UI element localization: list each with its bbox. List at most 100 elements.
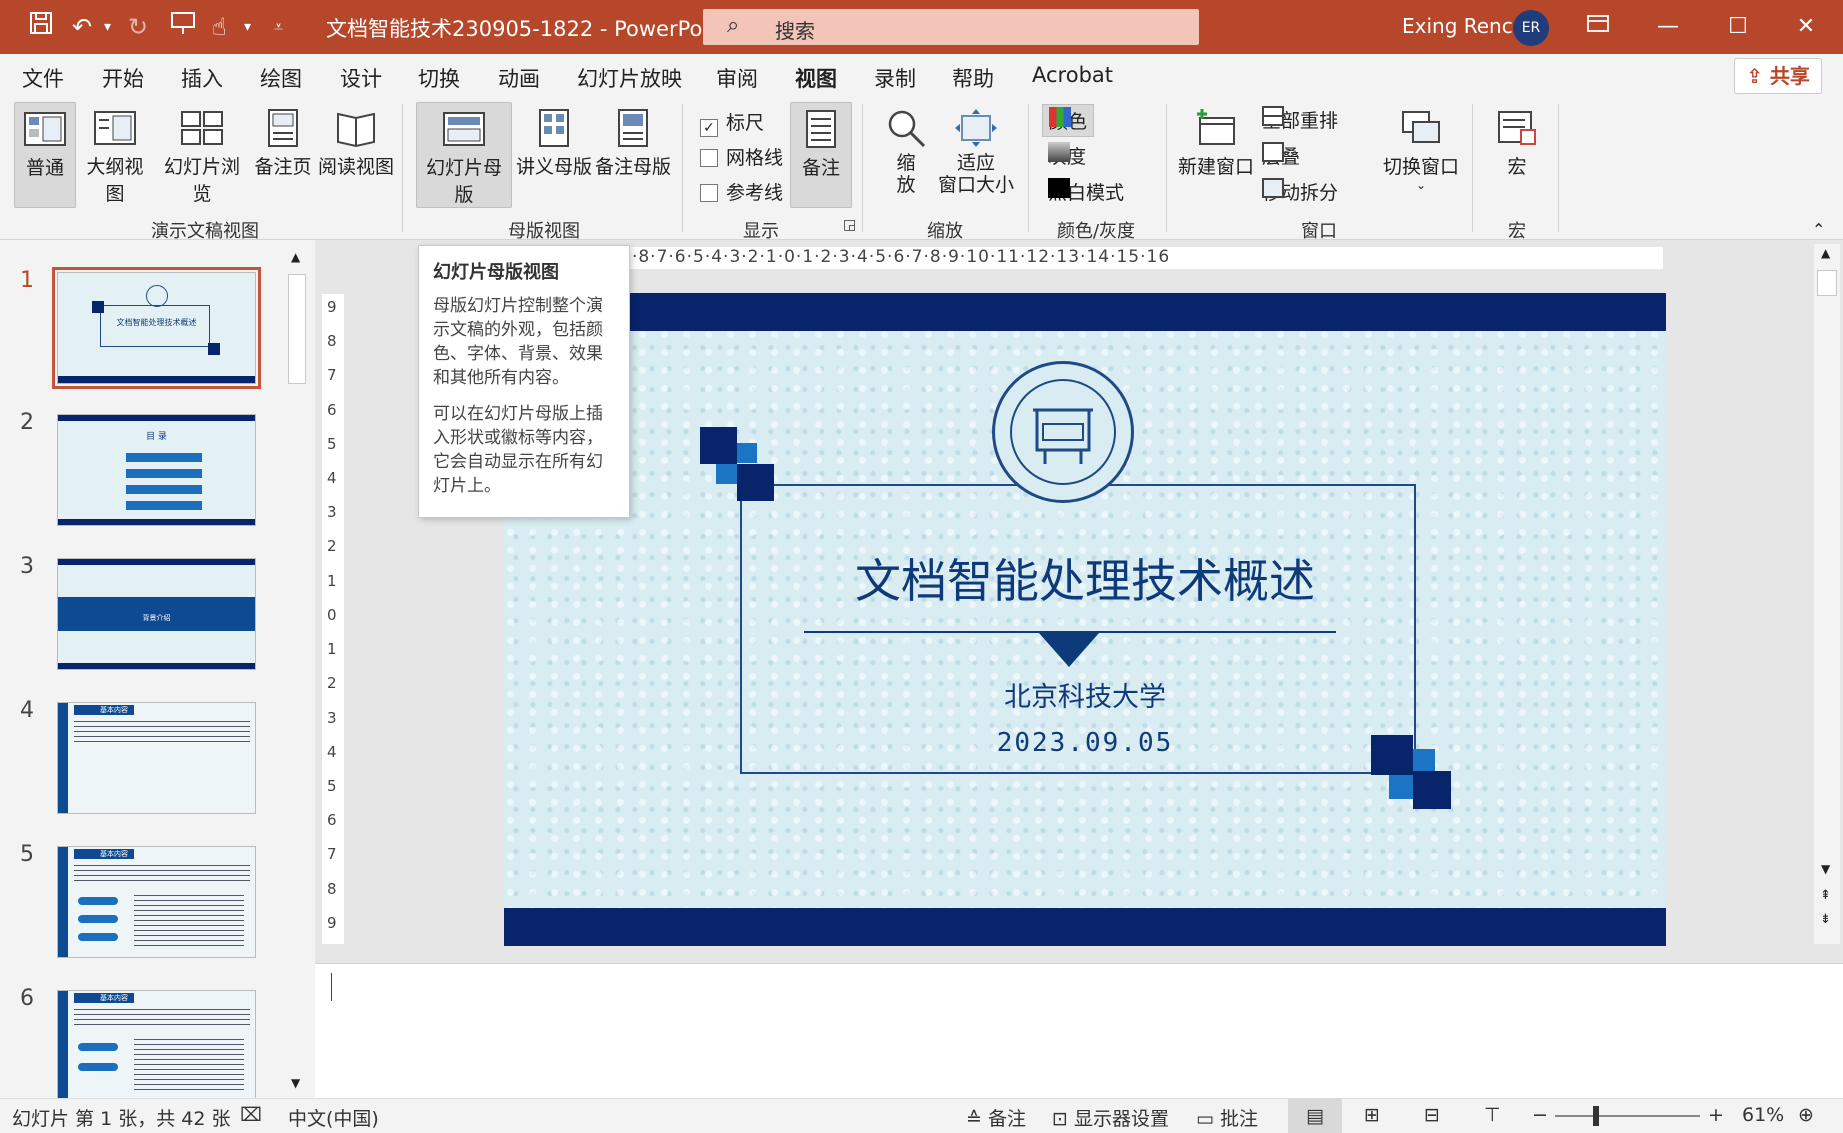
gridlines-checkbox[interactable]: 网格线 [700, 143, 783, 170]
tab-slideshow[interactable]: 幻灯片放映 [577, 63, 682, 93]
share-button[interactable]: ⇪ 共享 [1734, 58, 1822, 94]
ribbon-display-icon[interactable] [1578, 8, 1618, 46]
tab-record[interactable]: 录制 [874, 63, 916, 93]
vertical-ruler-tick-label: 9 [327, 298, 337, 316]
undo-icon[interactable]: ↶ [72, 10, 92, 44]
normal-view-button[interactable]: 普通 [14, 102, 76, 208]
macros-button[interactable]: 宏 [1486, 102, 1548, 208]
previous-slide-icon[interactable]: ⇞ [1820, 888, 1831, 903]
avatar[interactable]: ER [1513, 10, 1549, 46]
reading-view-status-icon[interactable]: ⊟ [1424, 1104, 1440, 1126]
slide-thumbnail-3[interactable]: 背景介绍 [57, 558, 256, 670]
zoom-button[interactable]: 缩 放 [876, 102, 936, 208]
slide-bottom-band [504, 908, 1666, 946]
comments-button[interactable]: ▭ 批注 [1196, 1104, 1258, 1131]
redo-icon[interactable]: ↻ [128, 10, 148, 44]
new-window-icon [1197, 109, 1235, 145]
maximize-icon[interactable]: ☐ [1718, 8, 1758, 46]
grayscale-icon [1048, 142, 1070, 162]
tab-help[interactable]: 帮助 [952, 63, 994, 93]
display-settings-button[interactable]: ⊡ 显示器设置 [1052, 1104, 1169, 1131]
tab-insert[interactable]: 插入 [181, 63, 223, 93]
zoom-slider[interactable] [1555, 1115, 1700, 1117]
slide-thumbnail-6[interactable]: 基本内容 [57, 990, 256, 1098]
user-name[interactable]: Exing Renc [1402, 14, 1513, 38]
cascade-button[interactable]: 层叠 [1262, 142, 1300, 169]
menu-bar: 文件 开始 插入 绘图 设计 切换 动画 幻灯片放映 审阅 视图 录制 帮助 A… [0, 54, 1843, 103]
reading-view-button[interactable]: 阅读视图 [318, 102, 394, 208]
search-placeholder: 搜索 [775, 19, 815, 43]
tab-animations[interactable]: 动画 [498, 63, 540, 93]
guides-checkbox[interactable]: 参考线 [700, 178, 783, 205]
scroll-thumb[interactable] [1817, 270, 1837, 296]
zoom-out-icon[interactable]: − [1532, 1104, 1548, 1126]
collapse-ribbon-icon[interactable]: ⌃ [1812, 220, 1825, 239]
vertical-ruler-tick-label: 8 [327, 332, 337, 351]
slide-date[interactable]: 2023.09.05 [504, 728, 1666, 758]
black-white-button[interactable]: 黑白模式 [1048, 178, 1124, 205]
next-slide-icon[interactable]: ⇟ [1820, 912, 1831, 927]
scroll-down-icon[interactable]: ▼ [291, 1076, 300, 1090]
close-icon[interactable]: ✕ [1786, 8, 1826, 46]
zoom-slider-knob[interactable] [1593, 1106, 1599, 1126]
dialog-launcher-icon[interactable]: ◲ [843, 217, 856, 233]
vertical-ruler-tick-label: 8 [327, 879, 337, 898]
handout-master-button[interactable]: 讲义母版 [516, 102, 592, 208]
fit-slide-icon[interactable]: ⊕ [1798, 1104, 1814, 1126]
new-window-button[interactable]: 新建窗口 [1176, 102, 1256, 208]
slide-sorter-button[interactable]: 幻灯片浏览 [156, 102, 248, 208]
slide-canvas[interactable]: 文档智能处理技术概述 北京科技大学 2023.09.05 [504, 293, 1666, 946]
zoom-in-icon[interactable]: + [1708, 1104, 1724, 1126]
normal-view-status-icon[interactable]: ▤ [1288, 1099, 1342, 1133]
scroll-up-icon[interactable]: ▲ [1821, 246, 1830, 260]
notes-page-button[interactable]: 备注页 [250, 102, 316, 208]
slide-thumbnail-2[interactable]: 目 录 [57, 414, 256, 526]
slide-sorter-status-icon[interactable]: ⊞ [1364, 1104, 1380, 1126]
tab-acrobat[interactable]: Acrobat [1032, 63, 1113, 87]
arrange-all-button[interactable]: 全部重排 [1262, 106, 1338, 133]
tab-view[interactable]: 视图 [795, 63, 837, 103]
notes-pane[interactable] [315, 963, 1843, 1098]
undo-dropdown-icon[interactable]: ▾ [104, 10, 111, 44]
slide-thumbnail-5[interactable]: 基本内容 [57, 846, 256, 958]
scroll-down-icon[interactable]: ▼ [1821, 862, 1830, 876]
switch-window-button[interactable]: 切换窗口 ⌄ [1380, 102, 1462, 208]
minimize-icon[interactable]: — [1648, 8, 1688, 46]
notes-master-button[interactable]: 备注母版 [594, 102, 672, 208]
slide-thumbnail-4[interactable]: 基本内容 [57, 702, 256, 814]
slide-subtitle[interactable]: 北京科技大学 [504, 675, 1666, 714]
save-icon[interactable] [28, 10, 54, 44]
touch-dropdown-icon[interactable]: ▾ [244, 10, 251, 44]
tab-transitions[interactable]: 切换 [418, 63, 460, 93]
slideshow-status-icon[interactable]: ⊤ [1484, 1104, 1501, 1126]
slide-title[interactable]: 文档智能处理技术概述 [504, 545, 1666, 611]
present-icon[interactable] [170, 10, 196, 44]
slide-thumbnail-1[interactable]: 文档智能处理技术概述 [52, 267, 261, 389]
scroll-up-icon[interactable]: ▲ [291, 250, 300, 264]
notes-toggle-button[interactable]: 备注 [790, 102, 852, 208]
tab-draw[interactable]: 绘图 [260, 63, 302, 93]
slide-master-button[interactable]: 幻灯片母版 [416, 102, 512, 208]
customize-qat-icon[interactable]: ⩡ [274, 10, 283, 44]
arrange-all-icon [1262, 106, 1284, 126]
touch-mode-icon[interactable]: ☝ [212, 10, 227, 44]
grayscale-button[interactable]: 灰度 [1048, 142, 1086, 169]
outline-view-label: 大纲视图 [86, 156, 144, 205]
notes-status-button[interactable]: ≙ 备注 [966, 1104, 1026, 1131]
editor-scrollbar[interactable]: ▲ ▼ ⇞ ⇟ [1814, 244, 1840, 944]
tab-file[interactable]: 文件 [22, 63, 64, 93]
scroll-thumb[interactable] [288, 274, 306, 384]
language-indicator[interactable]: 中文(中国) [288, 1104, 379, 1131]
fit-to-window-button[interactable]: 适应 窗口大小 [938, 102, 1014, 208]
color-button[interactable]: 颜色 [1042, 104, 1095, 137]
search-box[interactable]: ⌕ 搜索 [703, 9, 1199, 45]
move-split-button[interactable]: 移动拆分 [1262, 178, 1338, 205]
tab-design[interactable]: 设计 [340, 63, 382, 93]
tab-review[interactable]: 审阅 [716, 63, 758, 93]
thumbnails-scrollbar[interactable]: ▲ ▼ [286, 248, 308, 1098]
tab-home[interactable]: 开始 [102, 63, 144, 93]
accessibility-icon[interactable]: ⌧ [240, 1104, 262, 1126]
zoom-percentage[interactable]: 61% [1742, 1104, 1784, 1126]
ruler-checkbox[interactable]: ✓ 标尺 [700, 108, 764, 137]
outline-view-button[interactable]: 大纲视图 [78, 102, 152, 208]
